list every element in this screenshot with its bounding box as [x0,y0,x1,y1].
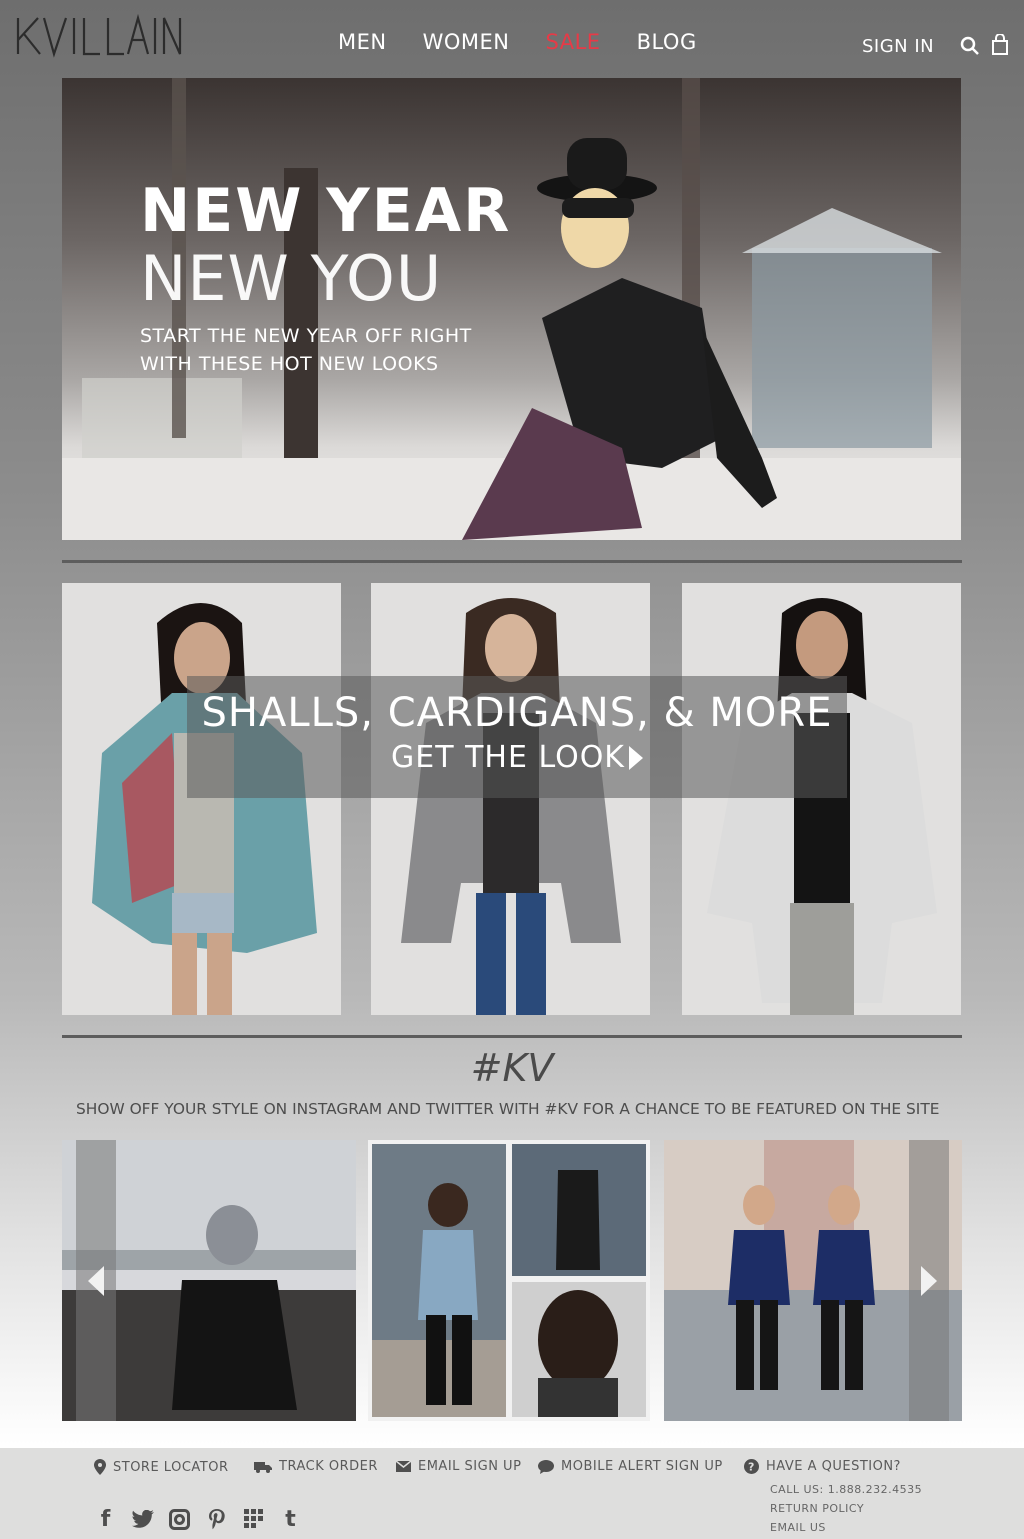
track-order-link[interactable]: TRACK ORDER [254,1459,378,1474]
nav-blog[interactable]: BLOG [637,30,697,54]
get-the-look-button[interactable]: GET THE LOOK [391,740,643,775]
track-order-label: TRACK ORDER [279,1459,378,1474]
social-links: f t [94,1506,302,1532]
tumblr-icon[interactable]: t [279,1506,302,1532]
store-locator-link[interactable]: STORE LOCATOR [94,1459,228,1475]
chat-bubble-icon [538,1459,554,1474]
map-pin-icon [94,1459,106,1475]
pinterest-icon[interactable] [205,1506,228,1532]
product-image-cardigan[interactable] [371,583,650,1015]
instagram-icon[interactable] [168,1506,191,1532]
kvillain-logo[interactable] [14,10,184,60]
product-image-printed-cardigan[interactable] [682,583,961,1015]
hero-banner[interactable]: NEW YEAR NEW YOU START THE NEW YEAR OFF … [62,78,961,540]
divider [62,1035,962,1038]
email-signup-label: EMAIL SIGN UP [418,1459,522,1474]
chevron-left-icon [88,1265,104,1296]
return-policy-link[interactable]: RETURN POLICY [770,1502,864,1515]
shopping-bag-icon[interactable] [991,33,1009,61]
question-icon: ? [744,1459,759,1474]
svg-text:?: ? [748,1461,755,1474]
have-a-question-label: HAVE A QUESTION? [766,1459,901,1474]
play-arrow-icon [628,745,643,770]
gallery-photo-2[interactable] [368,1140,650,1421]
email-us-link[interactable]: EMAIL US [770,1521,826,1534]
envelope-icon [396,1461,411,1472]
hero-description: START THE NEW YEAR OFF RIGHT WITH THESE … [140,322,472,378]
gallery-prev-button[interactable] [76,1140,116,1421]
twitter-icon[interactable] [131,1506,154,1532]
gallery-next-button[interactable] [909,1140,949,1421]
promo-overlay[interactable]: SHALLS, CARDIGANS, & MORE GET THE LOOK [187,676,847,798]
kv-description: SHOW OFF YOUR STYLE ON INSTAGRAM AND TWI… [76,1100,940,1118]
nav-women[interactable]: WOMEN [423,30,510,54]
nav-men[interactable]: MEN [338,30,387,54]
foursquare-icon[interactable] [242,1506,265,1532]
facebook-icon[interactable]: f [94,1506,117,1532]
call-us-text[interactable]: CALL US: 1.888.232.4535 [770,1483,922,1496]
truck-icon [254,1461,272,1473]
divider [62,560,962,563]
sign-in-link[interactable]: SIGN IN [862,36,934,57]
hero-title: NEW YEAR [140,176,512,246]
main-nav: MEN WOMEN SALE BLOG [338,30,697,54]
get-the-look-label: GET THE LOOK [391,740,625,775]
chevron-right-icon [921,1265,937,1296]
store-locator-label: STORE LOCATOR [113,1459,229,1475]
hero-line-1: START THE NEW YEAR OFF RIGHT [140,325,472,347]
hero-line-2: WITH THESE HOT NEW LOOKS [140,353,439,375]
kv-hashtag-title: #KV [470,1046,554,1090]
mobile-alert-label: MOBILE ALERT SIGN UP [561,1459,723,1474]
search-icon[interactable] [960,36,980,61]
hero-subtitle-large: NEW YOU [140,242,443,315]
nav-sale[interactable]: SALE [546,30,601,54]
mobile-alert-signup-link[interactable]: MOBILE ALERT SIGN UP [538,1459,723,1474]
email-signup-link[interactable]: EMAIL SIGN UP [396,1459,521,1474]
product-image-kimono[interactable] [62,583,341,1015]
promo-title: SHALLS, CARDIGANS, & MORE [201,690,833,736]
have-a-question-link[interactable]: ? HAVE A QUESTION? [744,1459,901,1474]
